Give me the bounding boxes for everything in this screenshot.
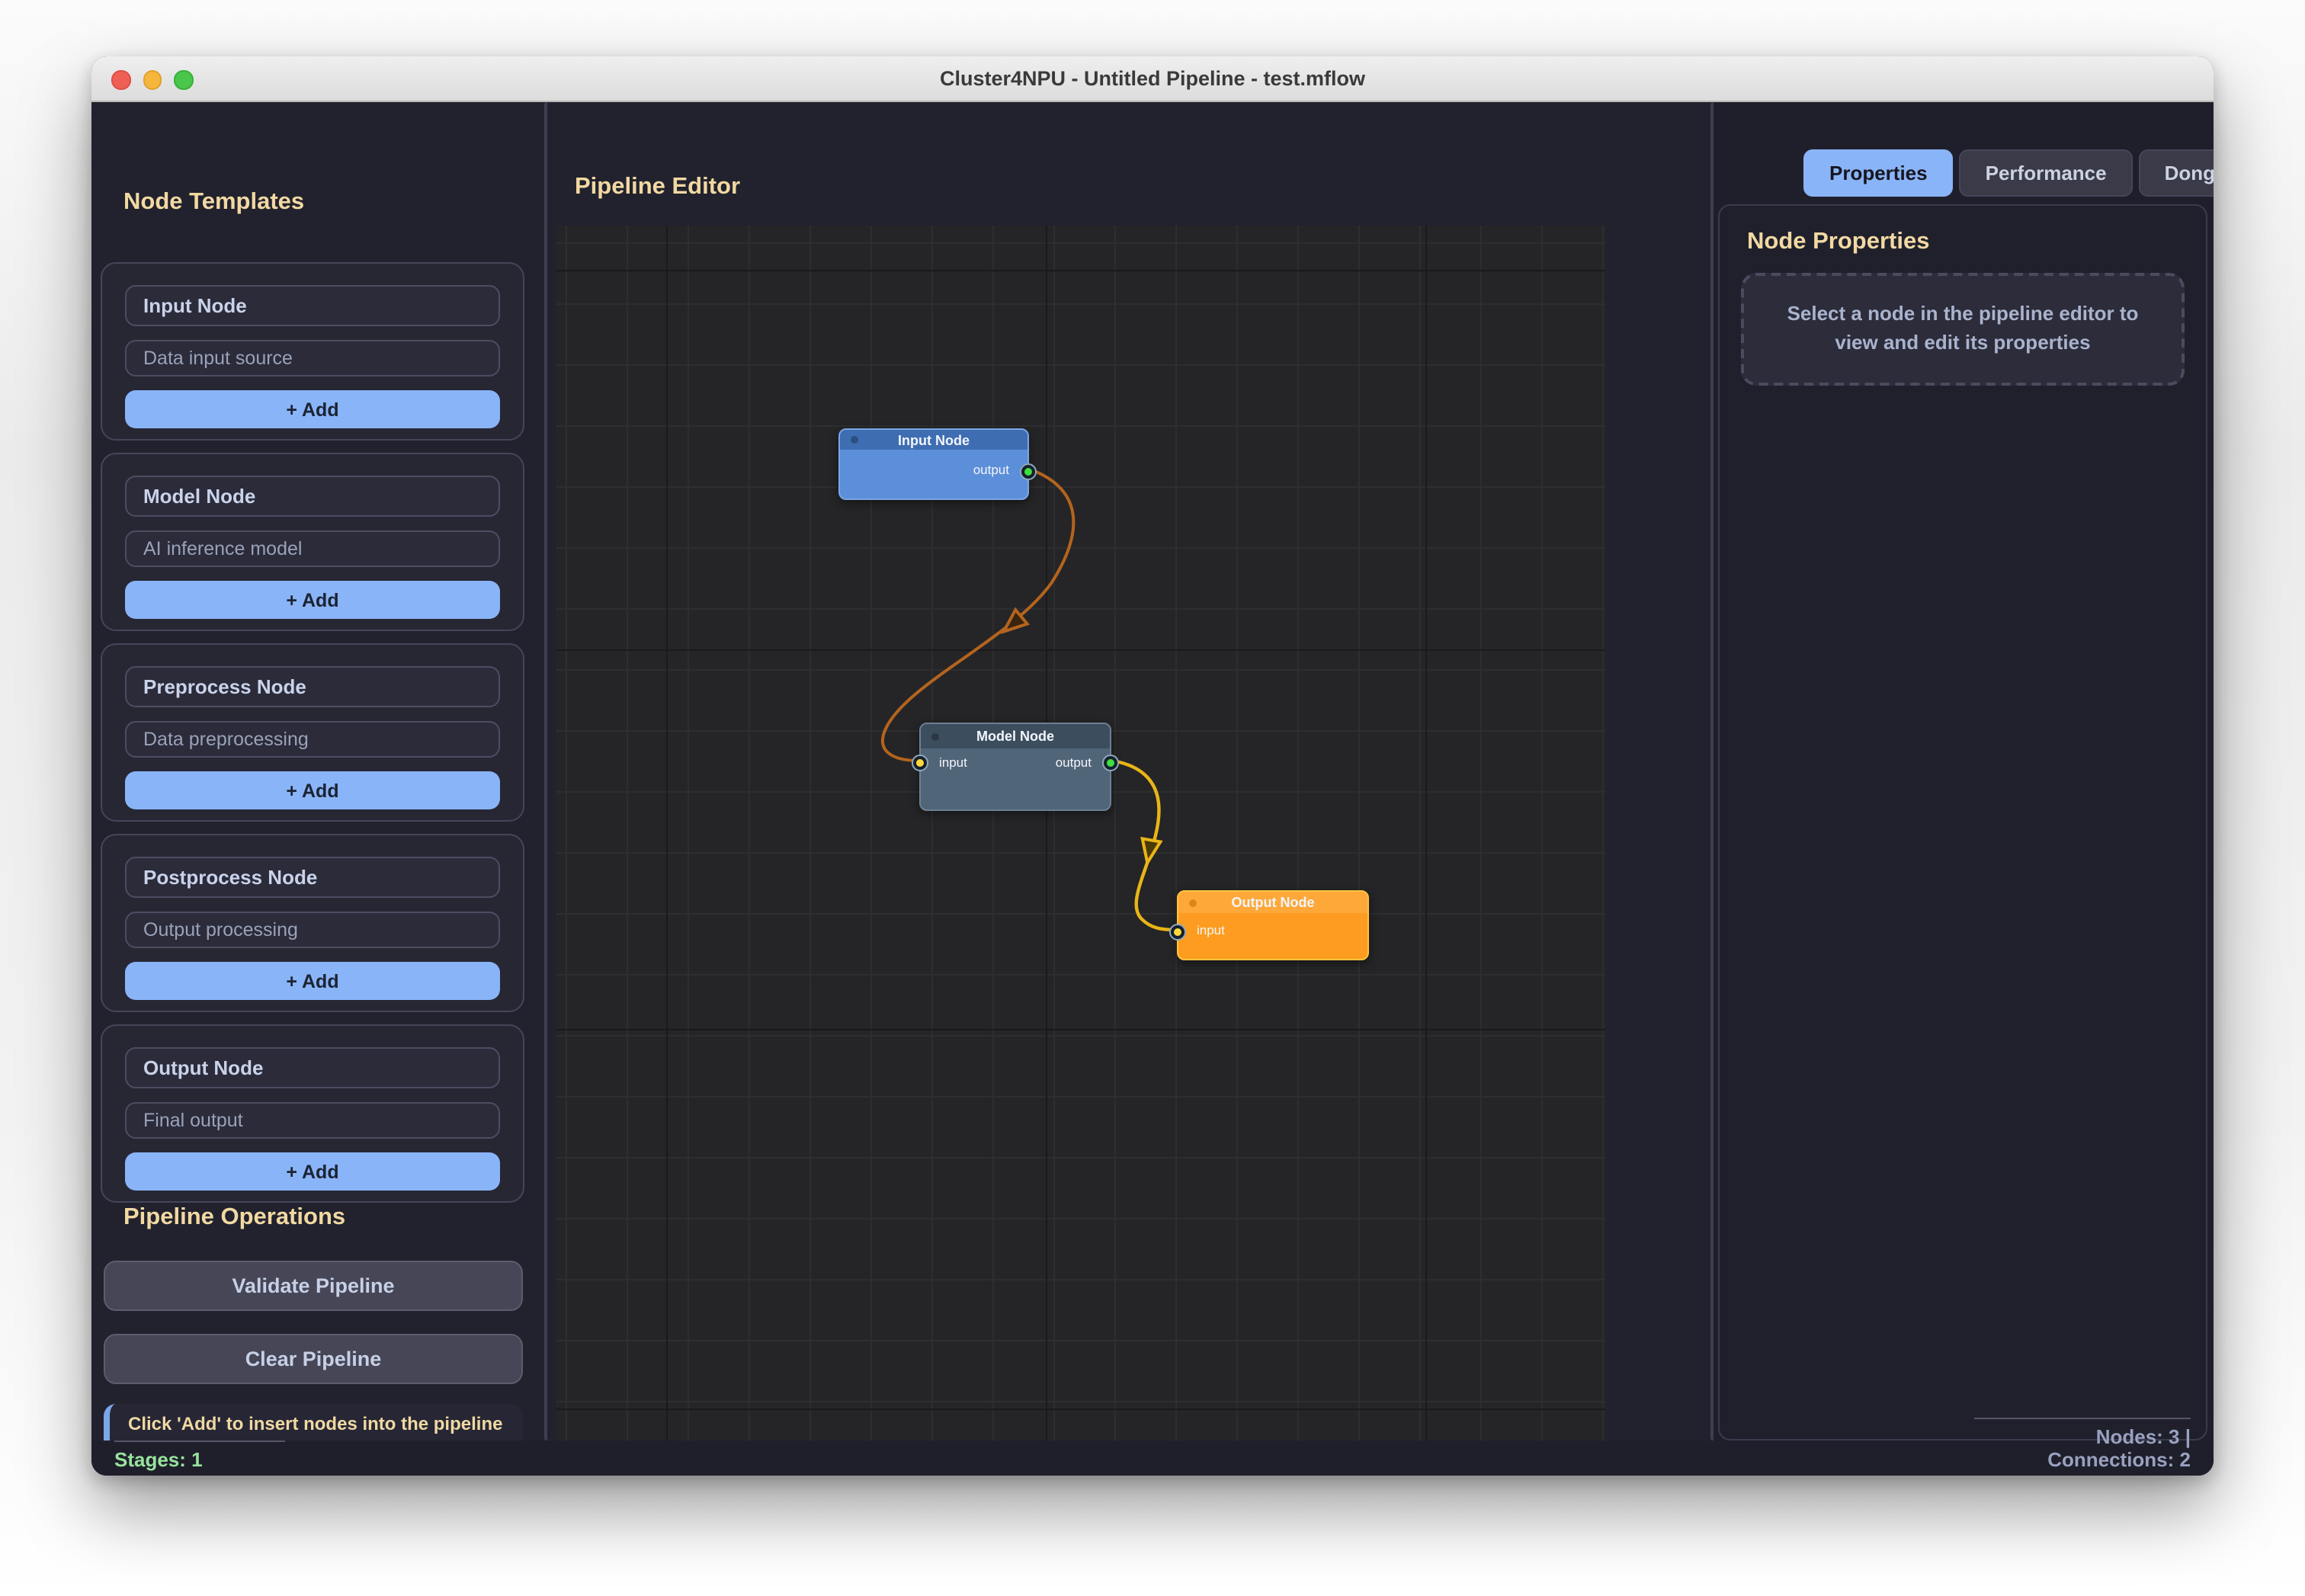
canvas-node-model[interactable]: Model Node input output (919, 723, 1111, 811)
node-properties-title: Node Properties (1747, 229, 1929, 256)
pipeline-operations-title: Pipeline Operations (123, 1204, 345, 1232)
add-model-node-button[interactable]: + Add (125, 581, 500, 619)
right-panel: Properties Performance Dongles Node Prop… (1714, 102, 2214, 1476)
port-label-input: input (1197, 922, 1225, 937)
template-card-input: Input Node Data input source + Add (101, 262, 524, 441)
app-content: Node Templates Input Node Data input sou… (91, 102, 2214, 1476)
canvas-node-output[interactable]: Output Node input (1177, 890, 1369, 960)
clear-pipeline-button[interactable]: Clear Pipeline (104, 1334, 523, 1384)
sidebar-title: Node Templates (123, 189, 304, 216)
tab-performance[interactable]: Performance (1960, 149, 2133, 197)
output-port[interactable] (1102, 754, 1119, 771)
no-selection-text: Select a node in the pipeline editor to … (1770, 300, 2155, 357)
title-bar[interactable]: Cluster4NPU - Untitled Pipeline - test.m… (91, 56, 2214, 102)
template-description: Data input source (125, 340, 500, 377)
edge-layer (556, 226, 1605, 1471)
add-postprocess-node-button[interactable]: + Add (125, 962, 500, 1000)
port-label-output: output (1056, 755, 1092, 770)
template-card-preprocess: Preprocess Node Data preprocessing + Add (101, 643, 524, 822)
template-name: Preprocess Node (125, 666, 500, 707)
node-status-dot-icon (931, 732, 939, 740)
template-description: Output processing (125, 912, 500, 948)
node-title: Model Node (976, 729, 1054, 744)
minimize-button-icon[interactable] (143, 70, 162, 89)
close-button-icon[interactable] (111, 70, 130, 89)
node-templates-sidebar: Node Templates Input Node Data input sou… (91, 102, 544, 1476)
right-panel-tabs: Properties Performance Dongles (1803, 149, 2214, 197)
add-input-node-button[interactable]: + Add (125, 390, 500, 428)
canvas-node-input[interactable]: Input Node output (838, 428, 1029, 500)
app-window: Cluster4NPU - Untitled Pipeline - test.m… (91, 56, 2214, 1476)
maximize-button-icon[interactable] (174, 70, 193, 89)
tab-properties[interactable]: Properties (1803, 149, 1954, 197)
pipeline-editor-panel: Pipeline Editor Input Node output (547, 102, 1710, 1476)
template-card-output: Output Node Final output + Add (101, 1024, 524, 1203)
pipeline-editor-title: Pipeline Editor (575, 174, 740, 201)
template-name: Postprocess Node (125, 857, 500, 898)
tab-dongles[interactable]: Dongles (2139, 149, 2214, 197)
template-description: Data preprocessing (125, 721, 500, 758)
stages-status: Stages: 1 (114, 1441, 285, 1471)
validate-pipeline-button[interactable]: Validate Pipeline (104, 1261, 523, 1311)
status-bar: Stages: 1 Nodes: 3 | Connections: 2 (91, 1441, 2214, 1476)
template-description: AI inference model (125, 530, 500, 567)
add-output-node-button[interactable]: + Add (125, 1152, 500, 1191)
port-label-output: output (973, 462, 1009, 477)
template-name: Model Node (125, 476, 500, 517)
port-label-input: input (939, 755, 967, 770)
node-properties-panel: Node Properties Select a node in the pip… (1718, 204, 2207, 1441)
template-name: Output Node (125, 1047, 500, 1088)
input-port[interactable] (1169, 923, 1186, 940)
output-port[interactable] (1020, 463, 1037, 479)
desktop: Cluster4NPU - Untitled Pipeline - test.m… (0, 0, 2305, 1596)
template-card-postprocess: Postprocess Node Output processing + Add (101, 834, 524, 1012)
node-title: Input Node (898, 432, 970, 447)
pipeline-canvas[interactable]: Input Node output Model Node input outpu… (556, 226, 1605, 1471)
edge-input-to-model (883, 470, 1073, 761)
node-status-dot-icon (1189, 899, 1197, 906)
template-description: Final output (125, 1102, 500, 1139)
template-card-model: Model Node AI inference model + Add (101, 453, 524, 631)
edge-arrow-icon (1138, 838, 1160, 864)
nodes-connections-status: Nodes: 3 | Connections: 2 (1974, 1418, 2191, 1471)
add-preprocess-node-button[interactable]: + Add (125, 771, 500, 809)
input-port[interactable] (912, 754, 928, 771)
node-title: Output Node (1232, 895, 1315, 910)
node-status-dot-icon (851, 436, 858, 444)
no-selection-placeholder: Select a node in the pipeline editor to … (1741, 273, 2185, 386)
template-name: Input Node (125, 285, 500, 326)
window-title: Cluster4NPU - Untitled Pipeline - test.m… (940, 67, 1365, 90)
